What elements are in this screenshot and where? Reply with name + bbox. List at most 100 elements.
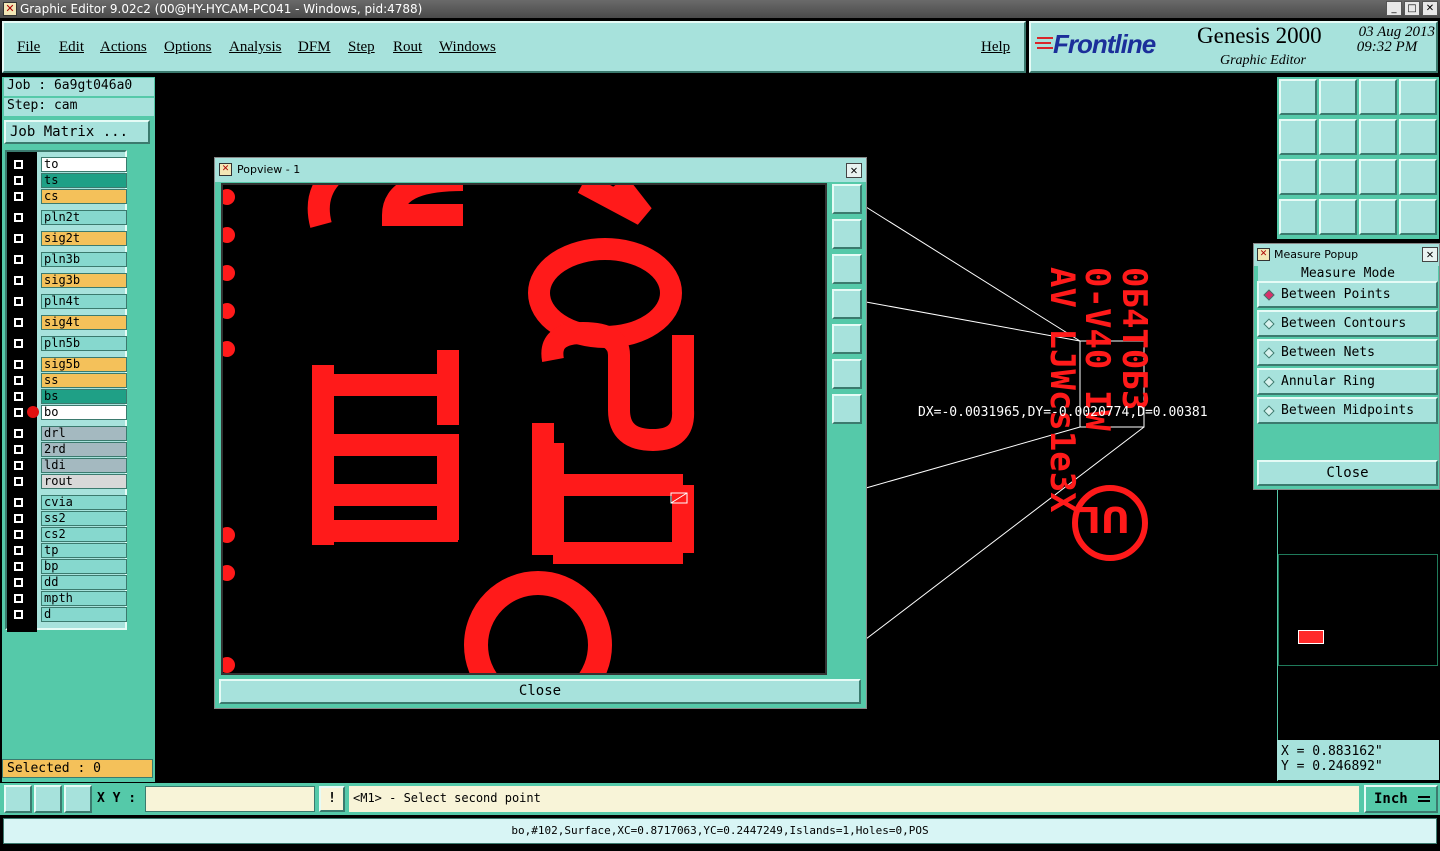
xy-input[interactable] [145,786,315,812]
layer-row-ldi[interactable]: ldi [7,458,129,473]
layer-row-pln5b[interactable]: pln5b [7,336,129,351]
grid-icon[interactable] [64,785,92,813]
menu-step[interactable]: Step [348,39,375,56]
menu-edit[interactable]: Edit [59,39,84,56]
layer-name[interactable]: bo [41,405,127,420]
layer-name[interactable]: pln2t [41,210,127,225]
layer-display-icon[interactable] [1359,199,1397,235]
resize-arrow-icon[interactable] [4,785,32,813]
layer-row-pln3b[interactable]: pln3b [7,252,129,267]
layer-name[interactable]: to [41,157,127,172]
popview-close-x-button[interactable]: ✕ [846,163,862,178]
layer-row-ts[interactable]: ts [7,173,129,188]
layer-name[interactable]: mpth [41,591,127,606]
menu-actions[interactable]: Actions [100,39,147,56]
overview-map[interactable] [1277,490,1439,781]
layer-row-pln2t[interactable]: pln2t [7,210,129,225]
layer-name[interactable]: ss2 [41,511,127,526]
minimize-button[interactable]: _ [1386,1,1402,16]
layer-checkbox[interactable] [13,254,24,265]
menu-rout[interactable]: Rout [393,39,422,56]
layer-name[interactable]: bs [41,389,127,404]
layer-checkbox[interactable] [13,428,24,439]
measure-tool-icon[interactable] [34,785,62,813]
layer-checkbox[interactable] [13,513,24,524]
layer-row-ss[interactable]: ss [7,373,129,388]
pan-icon[interactable] [1359,79,1397,115]
layer-row-pln4t[interactable]: pln4t [7,294,129,309]
popview-close-button[interactable]: Close [219,679,861,704]
menu-analysis[interactable]: Analysis [229,39,282,56]
measure-close-x-button[interactable]: ✕ [1422,247,1438,262]
layer-name[interactable]: d [41,607,127,622]
layer-row-sig3b[interactable]: sig3b [7,273,129,288]
layer-checkbox[interactable] [13,593,24,604]
zoom-out-icon[interactable] [832,394,862,424]
zoom-center-icon[interactable] [1359,119,1397,155]
layer-row-mpth[interactable]: mpth [7,591,129,606]
layer-checkbox[interactable] [13,391,24,402]
layer-row-sig4t[interactable]: sig4t [7,315,129,330]
layer-name[interactable]: ts [41,173,127,188]
layer-row-sig2t[interactable]: sig2t [7,231,129,246]
mode-between-midpoints[interactable]: Between Midpoints [1257,397,1438,424]
layer-name[interactable]: sig5b [41,357,127,372]
layer-row-rout[interactable]: rout [7,474,129,489]
zoom-home-icon[interactable] [1279,79,1317,115]
pan-up-icon[interactable] [832,219,862,249]
layer-checkbox[interactable] [13,529,24,540]
pan-left-icon[interactable] [832,289,862,319]
layer-checkbox[interactable] [13,212,24,223]
units-dropdown[interactable]: Inch [1364,785,1438,813]
layer-name[interactable]: rout [41,474,127,489]
layer-checkbox[interactable] [13,375,24,386]
layer-checkbox[interactable] [13,497,24,508]
layer-checkbox[interactable] [13,460,24,471]
popview-zoom-view[interactable] [221,183,827,675]
layer-checkbox[interactable] [13,338,24,349]
layer-checkbox[interactable] [13,545,24,556]
layer-name[interactable]: pln5b [41,336,127,351]
layer-row-tp[interactable]: tp [7,543,129,558]
layer-row-cvia[interactable]: cvia [7,495,129,510]
layer-name[interactable]: cs2 [41,527,127,542]
layer-name[interactable]: dd [41,575,127,590]
layer-name[interactable]: bp [41,559,127,574]
layer-checkbox[interactable] [13,175,24,186]
menu-options[interactable]: Options [164,39,212,56]
mode-between-nets[interactable]: Between Nets [1257,339,1438,366]
layer-name[interactable]: sig2t [41,231,127,246]
layer-name[interactable]: cs [41,189,127,204]
layer-row-dd[interactable]: dd [7,575,129,590]
layer-name[interactable]: drl [41,426,127,441]
zoom-home-icon[interactable] [832,184,862,214]
layer-row-2rd[interactable]: 2rd [7,442,129,457]
snap-icon[interactable] [1399,119,1437,155]
layer-row-bp[interactable]: bp [7,559,129,574]
clear-icon[interactable] [1279,199,1317,235]
layer-checkbox[interactable] [13,609,24,620]
menu-windows[interactable]: Windows [439,39,496,56]
layer-name[interactable]: 2rd [41,442,127,457]
layer-row-cs[interactable]: cs [7,189,129,204]
measure-close-button[interactable]: Close [1257,460,1438,486]
menu-dfm[interactable]: DFM [298,39,331,56]
layer-checkbox[interactable] [13,561,24,572]
layer-row-bo[interactable]: bo [7,405,129,420]
layer-row-drl[interactable]: drl [7,426,129,441]
layer-checkbox[interactable] [13,407,24,418]
alert-button[interactable]: ! [319,786,345,812]
pan-right-icon[interactable] [832,324,862,354]
mode-between-points[interactable]: Between Points [1257,281,1438,308]
menu-file[interactable]: File [17,39,40,56]
net-display-icon[interactable] [1399,199,1437,235]
layer-row-d[interactable]: d [7,607,129,622]
layer-row-cs2[interactable]: cs2 [7,527,129,542]
scale-1-2-icon[interactable] [1359,159,1397,195]
menu-help[interactable]: Help [981,39,1010,56]
mode-annular-ring[interactable]: Annular Ring [1257,368,1438,395]
layer-row-ss2[interactable]: ss2 [7,511,129,526]
layer-name[interactable]: sig4t [41,315,127,330]
layer-checkbox[interactable] [13,296,24,307]
pan-left-icon[interactable] [1279,119,1317,155]
